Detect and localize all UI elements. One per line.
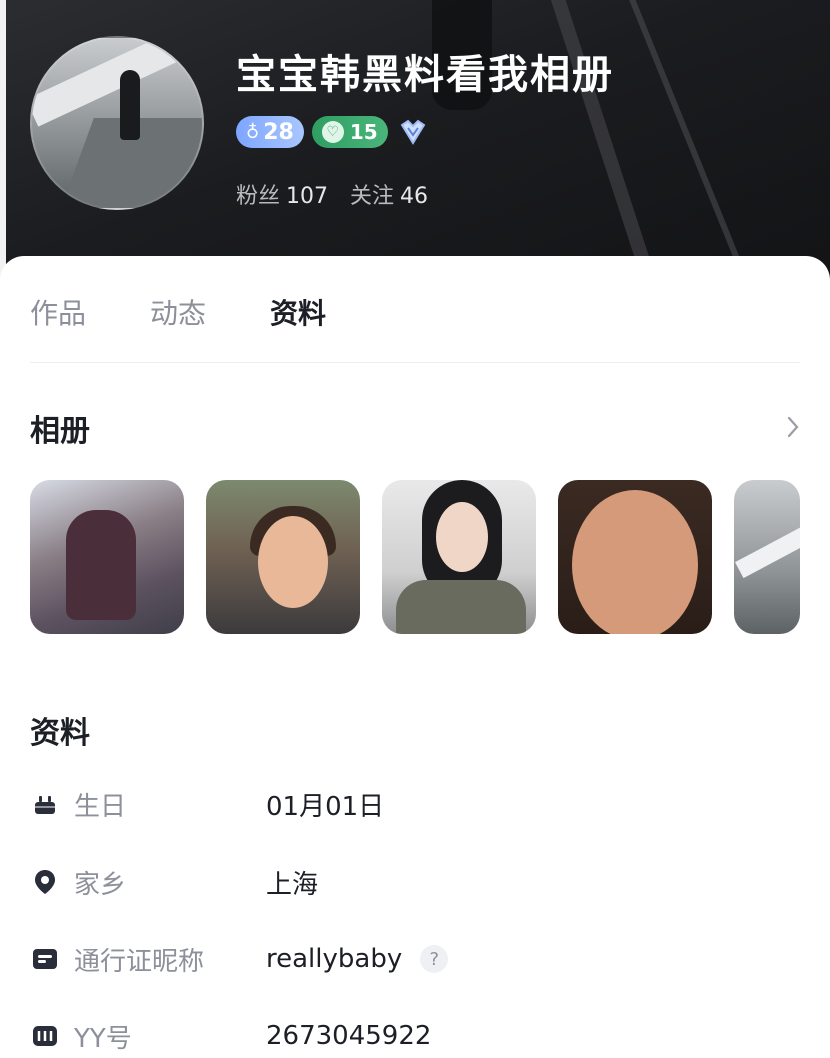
info-label: 家乡 [74,869,127,900]
vip-heart-icon[interactable] [396,117,430,147]
profile-header: 宝宝韩黑料看我相册 ♁ 28 ♡ 15 粉丝 107 关注 46 [0,0,830,300]
user-name: 宝宝韩黑料看我相册 [236,52,614,98]
follow-stats: 粉丝 107 关注 46 [236,178,428,210]
following-count: 46 [400,184,429,209]
profile-card: 作品 动态 资料 相册 资料 生日 01月01日 家乡 上海 通行证昵称 rea… [0,256,830,1054]
fan-badge[interactable]: ♡ 15 [311,116,388,148]
album-title: 相册 [30,414,90,449]
followers-label: 粉丝 [236,184,281,209]
info-row-birthday: 生日 01月01日 [30,782,800,826]
album-photo[interactable] [30,480,184,634]
fan-heart-icon: ♡ [321,121,344,143]
help-icon[interactable]: ? [420,945,449,973]
level-value: 28 [263,119,294,145]
following-stat[interactable]: 关注 46 [350,178,428,210]
divider [30,362,800,363]
info-label: 通行证昵称 [74,946,205,977]
following-label: 关注 [350,184,395,209]
tab-moments[interactable]: 动态 [150,292,206,332]
album-photo[interactable] [206,480,360,634]
cake-icon [30,789,60,819]
tab-works[interactable]: 作品 [30,292,86,332]
info-value: 2673045922 [266,1021,432,1051]
info-label: YY号 [74,1023,132,1054]
yy-logo-icon [30,1021,60,1051]
followers-count: 107 [286,184,329,209]
avatar[interactable] [30,36,204,210]
level-badge[interactable]: ♁ 28 [236,116,304,148]
info-value: 01月01日 [266,791,385,822]
followers-stat[interactable]: 粉丝 107 [236,178,328,210]
info-section-title: 资料 [30,716,90,751]
header-edge [0,0,6,300]
level-icon: ♁ [246,121,260,143]
album-photo[interactable] [734,480,800,634]
location-pin-icon [30,867,60,897]
badge-row: ♁ 28 ♡ 15 [236,116,430,148]
info-row-hometown: 家乡 上海 [30,860,800,904]
id-card-icon [30,944,60,974]
info-row-passport-nickname: 通行证昵称 reallybaby ? [30,937,800,981]
chevron-right-icon[interactable] [782,412,804,442]
info-row-yy-number: YY号 2673045922 [30,1014,800,1058]
album-photo[interactable] [382,480,536,634]
fan-level-value: 15 [349,120,378,144]
tab-profile[interactable]: 资料 [270,292,326,332]
info-value: reallybaby [266,944,403,974]
info-value: 上海 [266,869,319,900]
album-photo[interactable] [558,480,712,634]
album-photo-list [30,480,800,634]
info-label: 生日 [74,791,127,822]
tab-bar: 作品 动态 资料 [30,292,326,332]
